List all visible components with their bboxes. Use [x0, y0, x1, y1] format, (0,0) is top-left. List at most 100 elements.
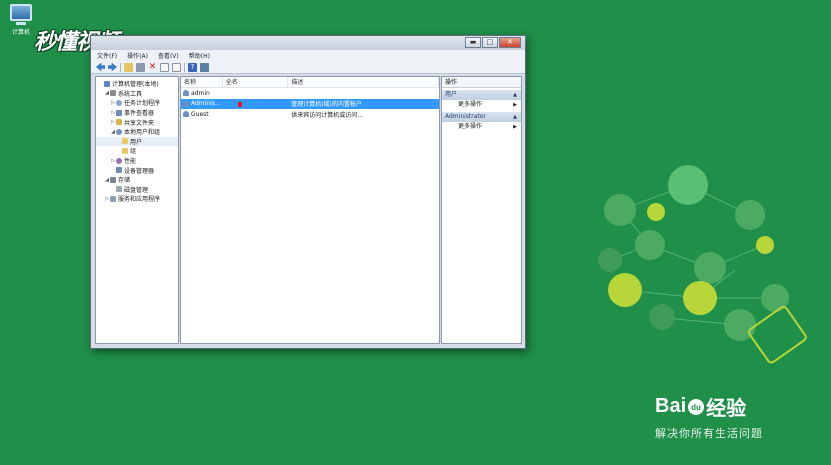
collapse-up-icon: ▲: [513, 114, 517, 120]
user-name: Guest: [191, 110, 209, 118]
red-marker-icon: [237, 101, 242, 107]
paw-icon: du: [688, 398, 705, 415]
more-actions-users[interactable]: 更多操作 ▶: [442, 100, 521, 110]
up-folder-icon[interactable]: [124, 62, 133, 72]
tree-item-label: 设备管理器: [124, 167, 155, 175]
properties-icon[interactable]: [160, 62, 169, 72]
lightbulb-network-illustration: [598, 165, 807, 364]
user-description: 供来宾访问计算机或访问...: [291, 111, 363, 119]
collapse-up-icon: ▲: [513, 92, 517, 98]
title-bar[interactable]: ▬ □ ✕: [91, 36, 525, 50]
tool-icon: [110, 90, 116, 97]
tree-item-label: 组: [130, 148, 137, 156]
export-list-icon[interactable]: [172, 62, 181, 72]
tree-item[interactable]: 用户: [96, 136, 178, 147]
user-name: Adminis...: [191, 100, 221, 108]
menu-bar: 文件(F) 操作(A) 查看(V) 帮助(H): [91, 50, 525, 61]
node-circle: [668, 165, 708, 205]
user-row-guest[interactable]: Guest 供来宾访问计算机或访问...: [181, 109, 439, 120]
column-headers: 名称 全名 描述: [181, 77, 439, 88]
tree-item-label: 共享文件夹: [124, 119, 155, 127]
tree-item[interactable]: ◢ 本地用户和组: [96, 127, 178, 137]
svc-icon: [110, 195, 116, 202]
tree-item-label: 性能: [124, 158, 137, 166]
tree-item[interactable]: 组: [96, 146, 178, 156]
share-icon: [116, 119, 122, 126]
tree-item[interactable]: ▷ 任务计划程序: [96, 98, 178, 108]
menu-help[interactable]: 帮助(H): [189, 51, 210, 60]
user-icon: [183, 111, 189, 118]
desktop-icon-label: 计算机: [11, 29, 30, 36]
tree-item-label: 计算机管理(本地): [112, 81, 159, 89]
view-pane-icon[interactable]: [200, 62, 209, 72]
actions-pane: 操作 用户 ▲ 更多操作 ▶ Administrator ▲ 更多操作 ▶: [441, 76, 522, 344]
tree-item[interactable]: ▷ 事件查看器: [96, 108, 178, 118]
actions-title: 操作: [442, 77, 521, 88]
column-fullname[interactable]: 全名: [223, 77, 289, 87]
evt-icon: [116, 109, 122, 116]
toolbar: ✕ ?: [91, 61, 525, 74]
perf-icon: [116, 157, 122, 164]
tree-item-label: 磁盘管理: [124, 186, 149, 194]
column-description[interactable]: 描述: [288, 77, 439, 87]
tree-item[interactable]: ◢ 存储: [96, 175, 178, 185]
menu-view[interactable]: 查看(V): [158, 51, 179, 60]
tree-item[interactable]: ◢ 系统工具: [96, 89, 178, 99]
user-name: admin: [191, 89, 210, 97]
tree-item[interactable]: ▷ 共享文件夹: [96, 117, 178, 127]
computer-management-window: ▬ □ ✕ 文件(F) 操作(A) 查看(V) 帮助(H) ✕ ? 计算机管理(…: [90, 35, 526, 349]
maximize-button[interactable]: □: [482, 37, 498, 48]
tree-item-label: 本地用户和组: [124, 129, 161, 137]
chevron-right-icon: ▶: [513, 124, 517, 130]
tree-item-label: 存储: [118, 177, 131, 185]
baidu-logo: Bai du 经验: [655, 395, 747, 420]
show-hide-tree-icon[interactable]: [136, 62, 145, 72]
column-name[interactable]: 名称: [181, 77, 223, 87]
actions-group-label: Administrator: [445, 113, 486, 120]
delete-icon[interactable]: ✕: [148, 62, 157, 72]
computer-stand: [16, 22, 26, 25]
more-actions-label: 更多操作: [458, 101, 483, 108]
user-icon: [183, 100, 189, 107]
more-actions-administrator[interactable]: 更多操作 ▶: [442, 122, 521, 132]
tree-item-label: 用户: [130, 138, 143, 146]
user-list: 名称 全名 描述 admin Adminis... 管理计算机(域)的内置帐户 …: [180, 76, 440, 344]
computer-desktop-icon[interactable]: 计算机: [6, 4, 36, 36]
menu-action[interactable]: 操作(A): [127, 51, 148, 60]
user-row-admin[interactable]: admin: [181, 88, 439, 99]
actions-group-administrator[interactable]: Administrator ▲: [442, 112, 521, 122]
back-arrow-icon[interactable]: [96, 62, 105, 72]
navigation-tree: 计算机管理(本地) ◢ 系统工具 ▷ 任务计划程序 ▷ 事件查看器 ▷ 共享文件夹 ◢ 本地用户和组…: [95, 76, 179, 344]
user-icon: [183, 90, 189, 97]
tree-item-label: 任务计划程序: [124, 100, 161, 108]
user-description: 管理计算机(域)的内置帐户: [291, 101, 362, 109]
forward-arrow-icon[interactable]: [108, 62, 117, 72]
clock-icon: [116, 99, 122, 106]
tree-item[interactable]: 计算机管理(本地): [96, 79, 178, 89]
actions-group-users[interactable]: 用户 ▲: [442, 90, 521, 100]
toolbar-separator: [184, 62, 185, 72]
toolbar-separator: [120, 62, 121, 72]
window-controls: ▬ □ ✕: [464, 37, 521, 48]
user-row-administrator[interactable]: Adminis... 管理计算机(域)的内置帐户: [181, 98, 439, 109]
help-icon[interactable]: ?: [188, 62, 197, 72]
tree-item[interactable]: 磁盘管理: [96, 185, 178, 195]
more-actions-label: 更多操作: [458, 123, 483, 130]
fold-icon: [122, 147, 128, 154]
tree-item-label: 事件查看器: [124, 110, 155, 118]
tree-item[interactable]: 设备管理器: [96, 165, 178, 175]
actions-group-label: 用户: [445, 91, 458, 98]
close-button[interactable]: ✕: [499, 37, 521, 48]
store-icon: [110, 176, 116, 183]
baidu-jingyan-watermark: Bai du 经验 解决你所有生活问题: [655, 392, 763, 441]
minimize-button[interactable]: ▬: [465, 37, 481, 48]
computer-icon: [10, 4, 32, 21]
dev-icon: [116, 167, 122, 174]
comp-icon: [104, 80, 110, 87]
tree-item[interactable]: ▷ 性能: [96, 156, 178, 166]
content-area: 计算机管理(本地) ◢ 系统工具 ▷ 任务计划程序 ▷ 事件查看器 ▷ 共享文件夹 ◢ 本地用户和组…: [95, 76, 522, 344]
menu-file[interactable]: 文件(F): [97, 51, 117, 60]
tree-item-label: 服务和应用程序: [118, 196, 161, 204]
users-icon: [116, 128, 122, 135]
tree-item[interactable]: ▷ 服务和应用程序: [96, 194, 178, 204]
